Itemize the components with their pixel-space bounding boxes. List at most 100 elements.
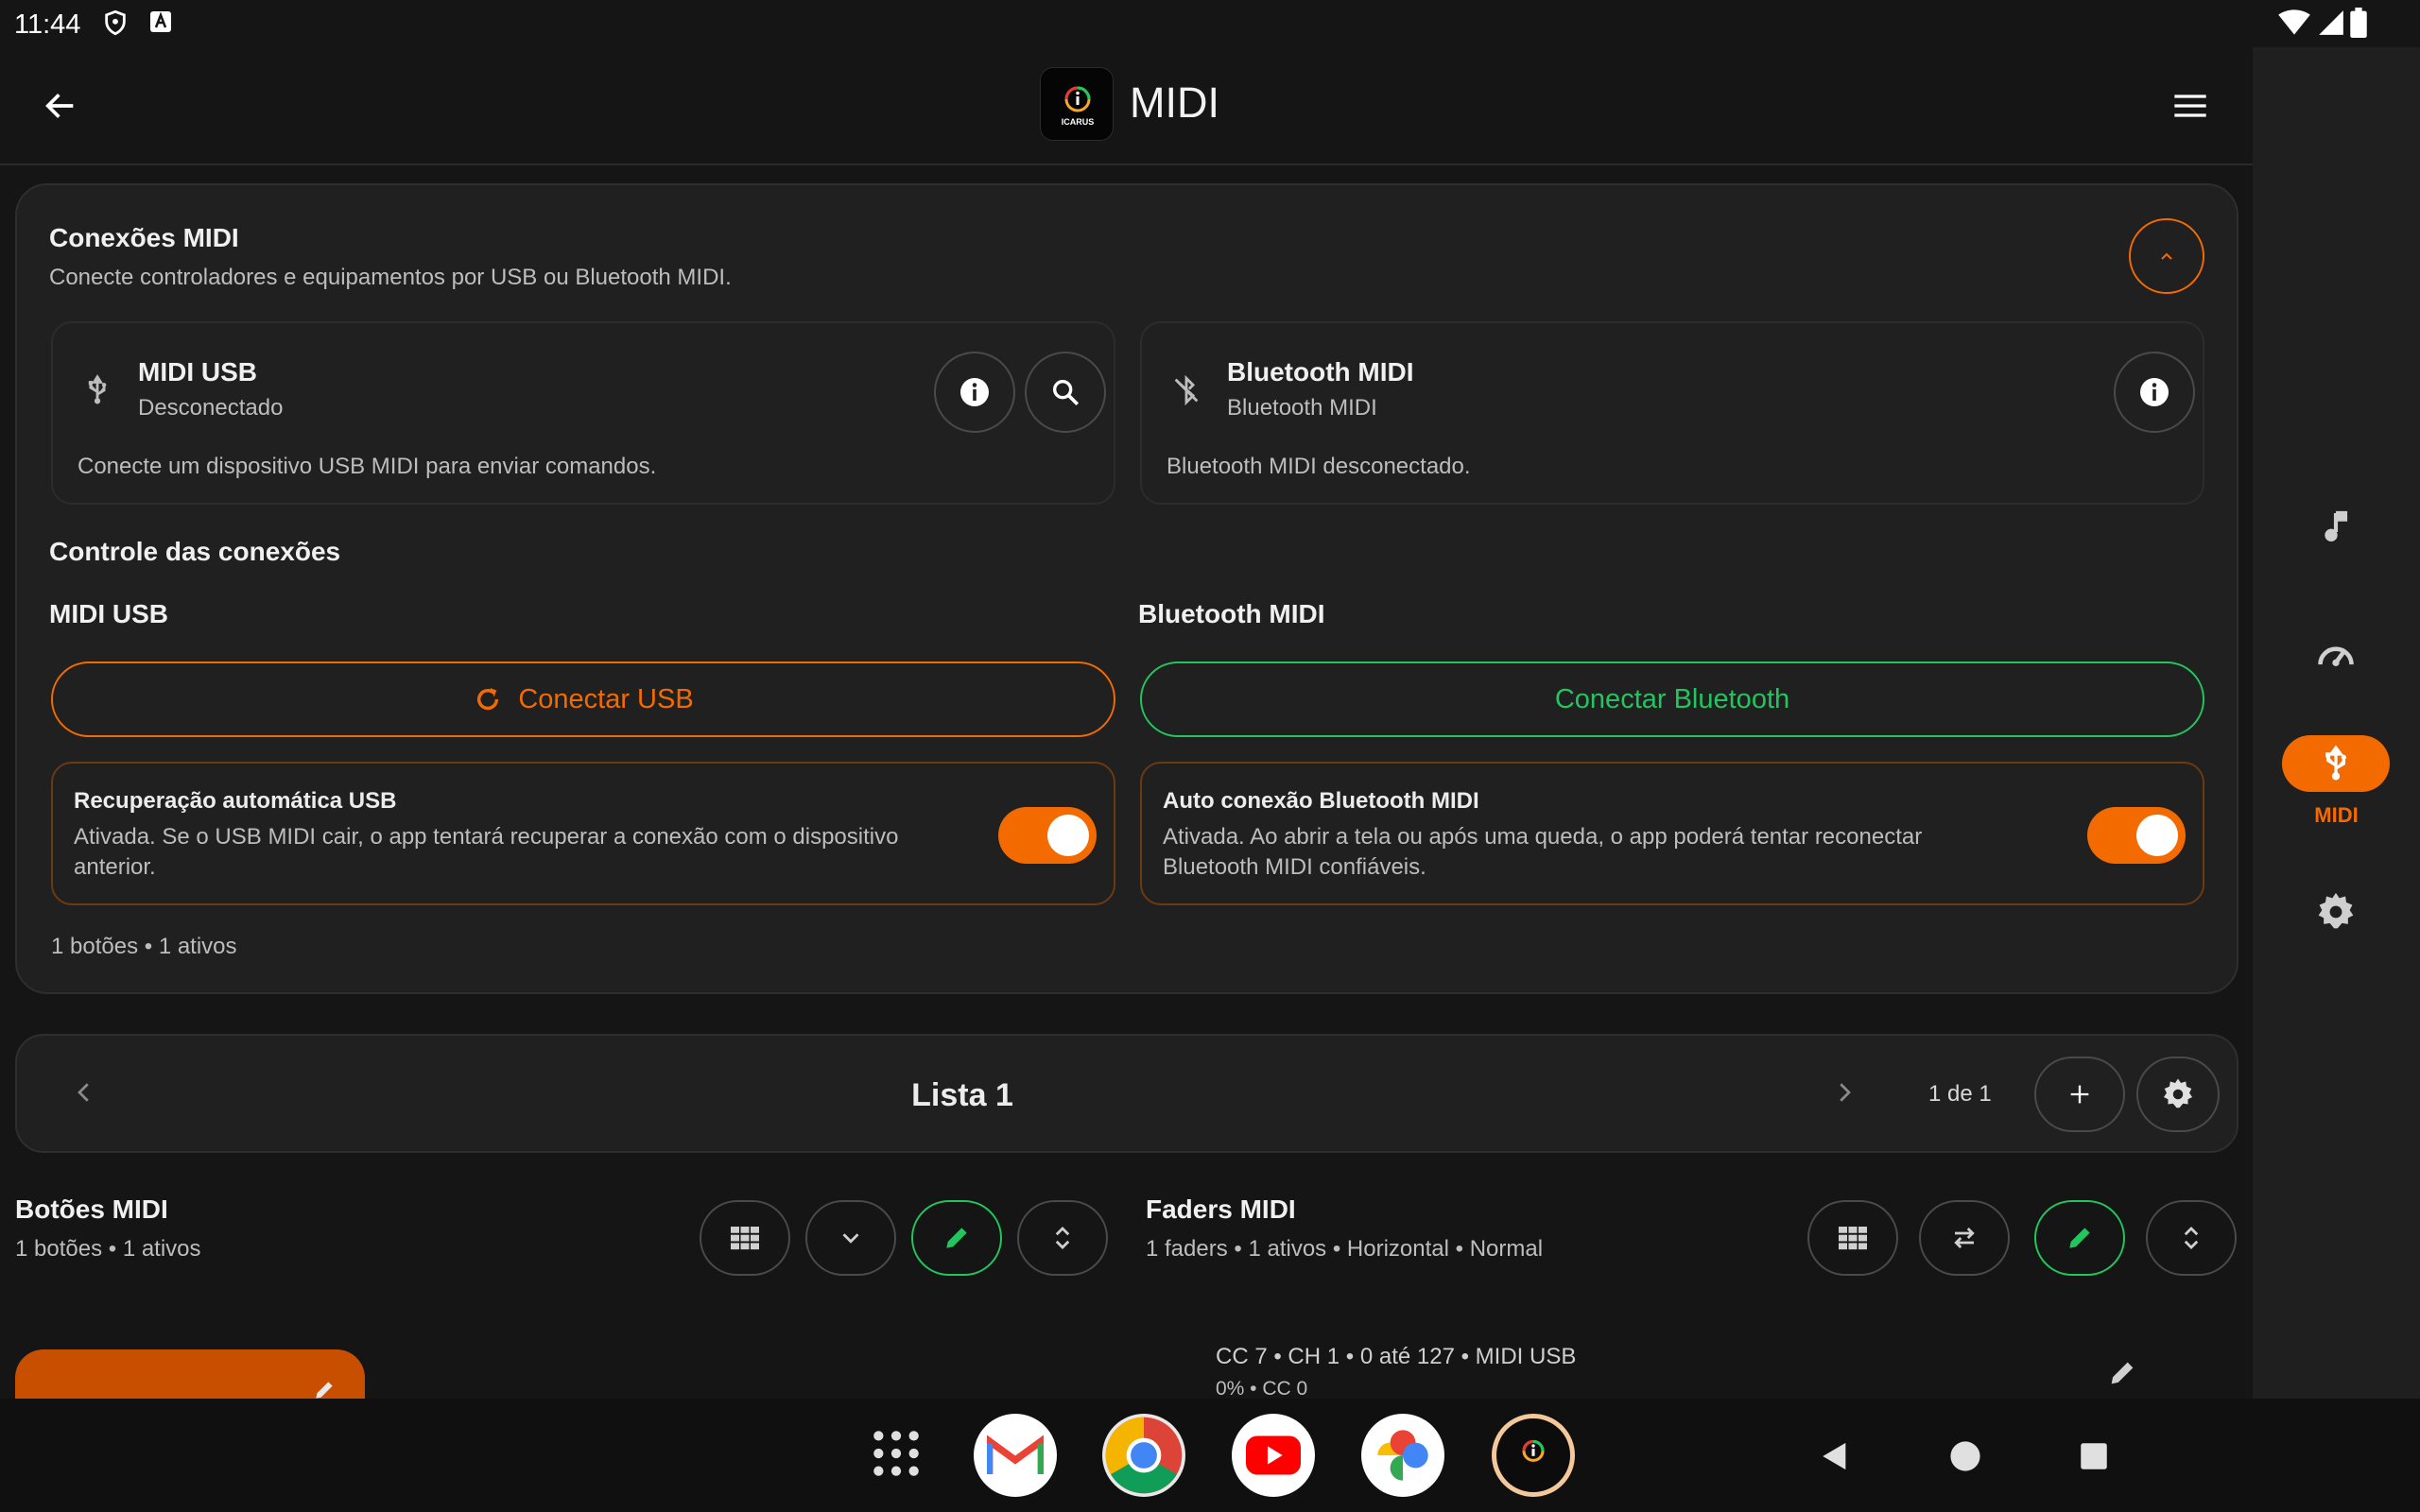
unfold-icon bbox=[2184, 1227, 2199, 1249]
list-settings-button[interactable] bbox=[2136, 1057, 2220, 1132]
pencil-icon bbox=[2069, 1228, 2090, 1248]
midi-connections-card: Conexões MIDI Conecte controladores e eq… bbox=[15, 183, 2238, 994]
faders-reorder-button[interactable] bbox=[2146, 1200, 2237, 1276]
menu-icon[interactable] bbox=[2171, 91, 2209, 121]
fader-info-line1: CC 7 • CH 1 • 0 até 127 • MIDI USB bbox=[1216, 1344, 1577, 1369]
connect-usb-label: Conectar USB bbox=[518, 683, 694, 714]
connect-bt-label: Conectar Bluetooth bbox=[1554, 683, 1790, 714]
list-page-indicator: 1 de 1 bbox=[1928, 1081, 1992, 1107]
fader-info-line2: 0% • CC 0 bbox=[1216, 1378, 1308, 1400]
app-drawer-icon[interactable] bbox=[870, 1427, 923, 1480]
buttons-grid-view-button[interactable] bbox=[700, 1200, 790, 1276]
nav-item-midi[interactable] bbox=[2282, 735, 2390, 792]
speedometer-icon[interactable] bbox=[2315, 635, 2357, 677]
usb-control-label: MIDI USB bbox=[49, 599, 168, 628]
usb-card-title: MIDI USB bbox=[138, 357, 257, 387]
bt-auto-title: Auto conexão Bluetooth MIDI bbox=[1163, 788, 1479, 814]
bluetooth-disabled-icon bbox=[1170, 370, 1202, 410]
usb-recovery-toggle[interactable] bbox=[998, 807, 1097, 864]
next-list-icon[interactable] bbox=[1830, 1078, 1858, 1107]
bt-auto-toggle[interactable] bbox=[2087, 807, 2186, 864]
refresh-icon bbox=[477, 688, 499, 711]
connect-usb-button[interactable]: Conectar USB bbox=[51, 662, 1115, 737]
buttons-expand-button[interactable] bbox=[805, 1200, 896, 1276]
back-arrow-icon[interactable] bbox=[42, 87, 79, 125]
chrome-app-icon[interactable] bbox=[1102, 1414, 1185, 1497]
connections-subtitle: Conecte controladores e equipamentos por… bbox=[49, 265, 732, 290]
usb-info-button[interactable] bbox=[934, 352, 1015, 433]
usb-recovery-desc-line1: Ativada. Se o USB MIDI cair, o app tenta… bbox=[74, 824, 899, 850]
battery-icon bbox=[2350, 8, 2367, 38]
photos-app-icon[interactable] bbox=[1361, 1414, 1444, 1497]
usb-icon bbox=[81, 370, 113, 410]
bt-card-status: Bluetooth MIDI bbox=[1227, 395, 1377, 421]
connections-title: Conexões MIDI bbox=[49, 223, 239, 252]
collapse-button[interactable] bbox=[2129, 218, 2204, 294]
toggle-knob bbox=[2136, 815, 2178, 856]
cellular-signal-icon bbox=[2318, 9, 2344, 36]
info-icon bbox=[960, 378, 989, 406]
control-title: Controle das conexões bbox=[49, 537, 341, 566]
back-nav-icon[interactable] bbox=[1819, 1440, 1851, 1472]
usb-icon bbox=[2317, 745, 2355, 782]
fader-edit-pencil-icon[interactable] bbox=[2106, 1357, 2138, 1389]
info-icon bbox=[2140, 378, 2169, 406]
app-logo: ICARUS bbox=[1040, 67, 1114, 141]
icarus-app-icon[interactable] bbox=[1492, 1414, 1575, 1497]
bt-control-label: Bluetooth MIDI bbox=[1138, 599, 1325, 628]
gmail-app-icon[interactable] bbox=[974, 1414, 1057, 1497]
usb-recovery-title: Recuperação automática USB bbox=[74, 788, 397, 814]
bt-auto-connect-setting: Auto conexão Bluetooth MIDI Ativada. Ao … bbox=[1140, 762, 2204, 905]
buttons-reorder-button[interactable] bbox=[1017, 1200, 1108, 1276]
bt-card-description: Bluetooth MIDI desconectado. bbox=[1167, 454, 1471, 479]
grid-icon bbox=[731, 1227, 759, 1250]
plus-icon bbox=[2070, 1085, 2089, 1104]
usb-card-description: Conecte um dispositivo USB MIDI para env… bbox=[78, 454, 657, 479]
bt-card-title: Bluetooth MIDI bbox=[1227, 357, 1414, 387]
bt-info-button[interactable] bbox=[2114, 352, 2195, 433]
usb-status-card: MIDI USB Desconectado Conecte um disposi… bbox=[51, 321, 1115, 505]
usb-recovery-desc-line2: anterior. bbox=[74, 854, 156, 880]
settings-gear-icon[interactable] bbox=[2315, 891, 2357, 933]
system-taskbar bbox=[0, 1399, 2420, 1512]
faders-orientation-button[interactable] bbox=[1919, 1200, 2010, 1276]
nav-item-midi-label: MIDI bbox=[2314, 803, 2359, 827]
page-title: MIDI bbox=[1130, 78, 1219, 127]
add-list-button[interactable] bbox=[2034, 1057, 2125, 1132]
bluetooth-status-card: Bluetooth MIDI Bluetooth MIDI Bluetooth … bbox=[1140, 321, 2204, 505]
buttons-section-title: Botões MIDI bbox=[15, 1194, 168, 1224]
buttons-section-summary: 1 botões • 1 ativos bbox=[15, 1236, 201, 1262]
faders-section-title: Faders MIDI bbox=[1146, 1194, 1296, 1224]
chevron-up-icon bbox=[2161, 252, 2172, 260]
wifi-icon bbox=[2278, 9, 2310, 36]
music-note-icon[interactable] bbox=[2317, 507, 2355, 548]
home-nav-icon[interactable] bbox=[1949, 1440, 1981, 1472]
chevron-down-icon bbox=[842, 1233, 859, 1244]
toggle-knob bbox=[1047, 815, 1089, 856]
list-title: Lista 1 bbox=[911, 1077, 1013, 1113]
app-bar: ICARUS MIDI bbox=[0, 47, 2253, 165]
logo-text: ICARUS bbox=[1061, 117, 1095, 127]
grid-icon bbox=[1839, 1227, 1867, 1250]
midi-button-tile[interactable] bbox=[15, 1349, 365, 1406]
swap-horizontal-icon bbox=[1954, 1228, 1975, 1248]
usb-card-status: Desconectado bbox=[138, 395, 284, 421]
gear-icon bbox=[2164, 1078, 2192, 1108]
faders-edit-button[interactable] bbox=[2034, 1200, 2125, 1276]
nav-rail: MIDI bbox=[2253, 47, 2420, 1399]
search-icon bbox=[1052, 379, 1080, 406]
unfold-icon bbox=[1055, 1227, 1070, 1249]
status-bar: 11:44 bbox=[0, 0, 2420, 47]
status-time: 11:44 bbox=[14, 9, 81, 40]
faders-grid-view-button[interactable] bbox=[1807, 1200, 1898, 1276]
buttons-edit-button[interactable] bbox=[911, 1200, 1002, 1276]
bt-auto-desc-line1: Ativada. Ao abrir a tela ou após uma que… bbox=[1163, 824, 1923, 850]
recents-nav-icon[interactable] bbox=[2080, 1442, 2108, 1470]
usb-recovery-setting: Recuperação automática USB Ativada. Se o… bbox=[51, 762, 1115, 905]
youtube-app-icon[interactable] bbox=[1232, 1414, 1315, 1497]
pencil-icon bbox=[946, 1228, 967, 1248]
notification-app-icon bbox=[149, 10, 172, 33]
connect-bluetooth-button[interactable]: Conectar Bluetooth bbox=[1140, 662, 2204, 737]
bt-auto-desc-line2: Bluetooth MIDI confiáveis. bbox=[1163, 854, 1426, 880]
usb-search-button[interactable] bbox=[1025, 352, 1106, 433]
